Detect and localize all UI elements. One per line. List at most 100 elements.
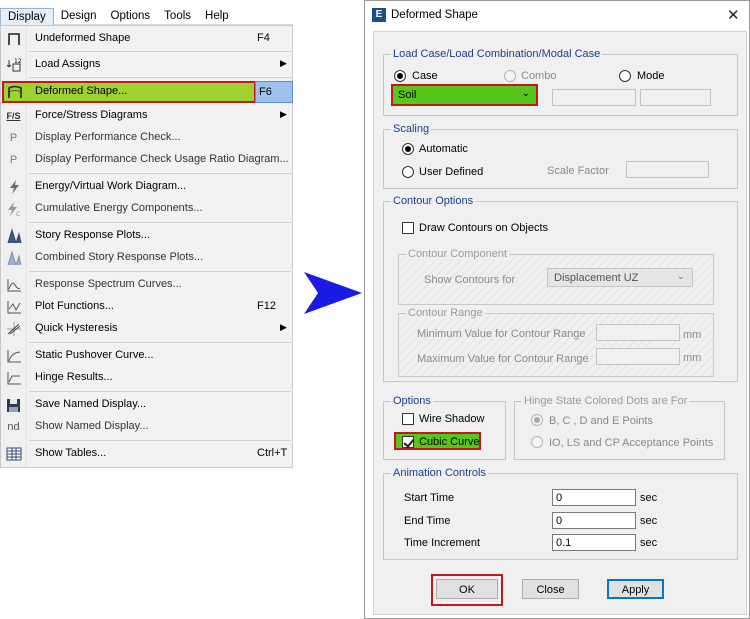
- menu-item-force-stress[interactable]: F/S Force/Stress Diagrams ▶: [1, 105, 292, 127]
- menu-tools[interactable]: Tools: [157, 8, 198, 25]
- menu-display[interactable]: Display: [0, 7, 54, 25]
- menu-item-cumulative-energy[interactable]: C Cumulative Energy Components...: [1, 198, 292, 220]
- menu-item-combined-story[interactable]: Combined Story Response Plots...: [1, 247, 292, 269]
- hinge-state-group-title: Hinge State Colored Dots are For: [522, 395, 690, 407]
- hinge-state-group: Hinge State Colored Dots are For: [514, 395, 725, 460]
- start-time-input[interactable]: [552, 489, 636, 506]
- tables-icon: [4, 445, 23, 463]
- menu-item-usage-ratio[interactable]: P Display Performance Check Usage Ratio …: [1, 149, 292, 171]
- menu-item-energy[interactable]: Energy/Virtual Work Diagram...: [1, 176, 292, 198]
- close-icon[interactable]: ✕: [727, 6, 740, 24]
- show-contours-select[interactable]: Displacement UZ ⌄: [547, 268, 693, 287]
- time-increment-label: Time Increment: [404, 537, 481, 549]
- etabs-app-icon: E: [372, 8, 386, 22]
- chevron-down-icon: ⌄: [676, 271, 685, 282]
- user-defined-radio[interactable]: [402, 166, 414, 178]
- user-defined-label: User Defined: [419, 166, 484, 178]
- menu-item-story-response[interactable]: Story Response Plots...: [1, 225, 292, 247]
- case-label: Case: [412, 70, 438, 82]
- menu-separator: [29, 173, 291, 174]
- svg-text:12: 12: [14, 58, 22, 65]
- mode-radio[interactable]: [619, 70, 631, 82]
- menu-item-hinge-results[interactable]: Hinge Results...: [1, 367, 292, 389]
- end-time-input[interactable]: [552, 512, 636, 529]
- animation-controls-title: Animation Controls: [391, 467, 488, 479]
- draw-contours-label: Draw Contours on Objects: [419, 222, 548, 234]
- end-time-label: End Time: [404, 515, 451, 527]
- wire-shadow-label: Wire Shadow: [419, 413, 485, 425]
- cubic-curve-checkbox[interactable]: [402, 436, 414, 448]
- options-group-title: Options: [391, 395, 433, 407]
- min-contour-field[interactable]: [596, 324, 680, 341]
- draw-contours-checkbox[interactable]: [402, 222, 414, 234]
- ok-button[interactable]: OK: [436, 579, 498, 599]
- mode-label: Mode: [637, 70, 665, 82]
- menu-item-plot-functions[interactable]: Plot Functions... F12: [1, 296, 292, 318]
- menu-item-save-named-display[interactable]: Save Named Display...: [1, 394, 292, 416]
- menu-item-show-tables[interactable]: Show Tables... Ctrl+T: [1, 443, 292, 465]
- cubic-curve-label: Cubic Curve: [419, 436, 480, 448]
- menu-item-quick-hysteresis[interactable]: Quick Hysteresis ▶: [1, 318, 292, 340]
- named-display-icon: nd: [7, 421, 20, 433]
- hinge-acceptance-label: IO, LS and CP Acceptance Points: [549, 437, 714, 449]
- combo-radio[interactable]: [504, 70, 516, 82]
- pushover-icon: [4, 347, 23, 365]
- start-time-unit: sec: [640, 492, 658, 504]
- scaling-group-title: Scaling: [391, 123, 432, 135]
- contour-range-title: Contour Range: [406, 307, 485, 319]
- usage-ratio-icon: P: [9, 154, 18, 166]
- scale-factor-label: Scale Factor: [547, 165, 609, 177]
- menu-item-static-pushover[interactable]: Static Pushover Curve...: [1, 345, 292, 367]
- max-contour-field[interactable]: [596, 348, 680, 365]
- menu-separator: [29, 222, 291, 223]
- case-select-value: Soil: [398, 89, 417, 101]
- automatic-radio[interactable]: [402, 143, 414, 155]
- menu-item-show-named-display[interactable]: nd Show Named Display...: [1, 416, 292, 438]
- deformed-shape-shortcut: F6: [255, 81, 293, 103]
- load-assigns-icon: 12: [4, 56, 23, 74]
- menu-separator: [29, 391, 291, 392]
- menu-help[interactable]: Help: [198, 8, 236, 25]
- close-button[interactable]: Close: [522, 579, 579, 599]
- contour-options-group-title: Contour Options: [391, 195, 476, 207]
- submenu-arrow-icon: ▶: [280, 58, 287, 68]
- menu-item-deformed-shape[interactable]: Deformed Shape...: [2, 81, 256, 103]
- chevron-down-icon: ⌄: [521, 88, 530, 99]
- menu-separator: [29, 51, 291, 52]
- deformed-shape-dialog: E Deformed Shape ✕ Load Case/Load Combin…: [364, 0, 750, 619]
- menu-item-load-assigns[interactable]: 12 Load Assigns ▶: [1, 54, 292, 76]
- hinge-acceptance-radio[interactable]: [531, 436, 543, 448]
- time-increment-input[interactable]: [552, 534, 636, 551]
- apply-button[interactable]: Apply: [607, 579, 664, 599]
- dialog-title: Deformed Shape: [391, 9, 478, 21]
- mode-number-field[interactable]: [640, 89, 711, 106]
- contour-range-group: Contour Range: [398, 307, 714, 377]
- menu-item-response-spectrum[interactable]: Response Spectrum Curves...: [1, 274, 292, 296]
- case-select[interactable]: Soil ⌄: [391, 84, 538, 106]
- scaling-group: Scaling: [383, 123, 738, 189]
- force-stress-icon: F/S: [6, 111, 21, 121]
- menu-design[interactable]: Design: [54, 8, 104, 25]
- submenu-arrow-icon: ▶: [280, 109, 287, 119]
- hinge-results-icon: [4, 369, 23, 387]
- plot-functions-icon: [4, 298, 23, 316]
- case-radio[interactable]: [394, 70, 406, 82]
- combo-select[interactable]: [552, 89, 636, 106]
- time-increment-unit: sec: [640, 537, 658, 549]
- menu-separator: [29, 342, 291, 343]
- hinge-bcde-radio[interactable]: [531, 414, 543, 426]
- wire-shadow-checkbox[interactable]: [402, 413, 414, 425]
- story-response-icon: [4, 227, 23, 245]
- menu-options[interactable]: Options: [104, 8, 158, 25]
- min-contour-unit: mm: [683, 329, 702, 341]
- menu-item-performance-check[interactable]: P Display Performance Check...: [1, 127, 292, 149]
- min-contour-label: Minimum Value for Contour Range: [417, 328, 586, 340]
- svg-text:C: C: [16, 211, 20, 217]
- menu-item-undeformed-shape[interactable]: Undeformed Shape F4: [1, 28, 292, 50]
- load-case-group-title: Load Case/Load Combination/Modal Case: [391, 48, 603, 60]
- combined-story-icon: [4, 249, 23, 267]
- hinge-bcde-label: B, C , D and E Points: [549, 415, 653, 427]
- contour-component-title: Contour Component: [406, 248, 510, 260]
- scale-factor-field[interactable]: [626, 161, 709, 178]
- response-spectrum-icon: [4, 276, 23, 294]
